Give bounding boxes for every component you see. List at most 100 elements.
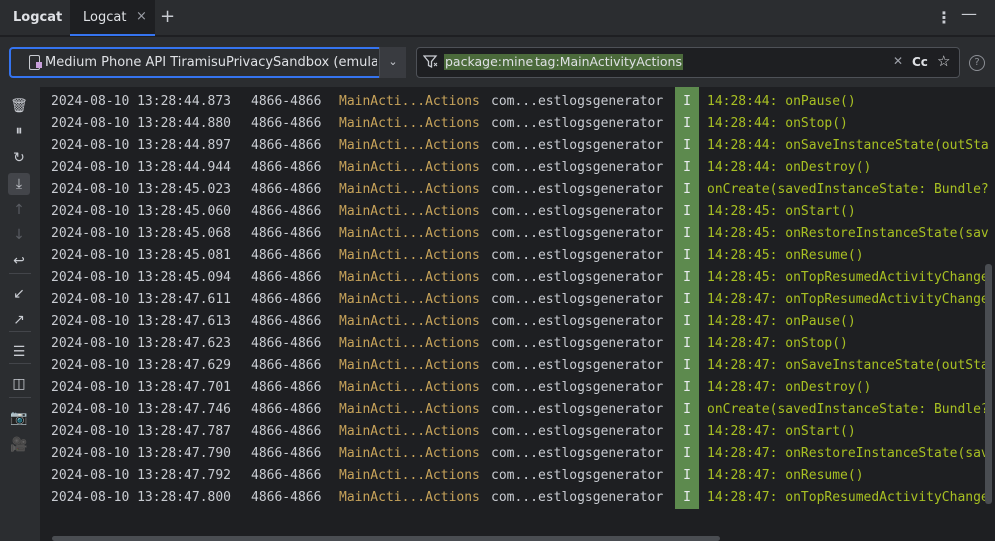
chevron-down-icon[interactable]: ⌄ [379, 47, 406, 78]
log-level-badge: I [675, 179, 699, 201]
log-pid: 4866-4866 [251, 204, 322, 219]
tool-window-title: Logcat [13, 10, 63, 25]
log-timestamp: 2024-08-10 13:28:47.629 [51, 358, 232, 373]
log-view[interactable]: 2024-08-10 13:28:44.873 4866-4866 MainActi… [40, 87, 995, 541]
log-package: com...estlogsgenerator [491, 424, 664, 439]
log-row[interactable]: 2024-08-10 13:28:47.701 4866-4866 MainActi… [40, 377, 995, 399]
log-package: com...estlogsgenerator [491, 468, 664, 483]
log-tag: MainActi...Actions [339, 358, 480, 373]
log-message: 14:28:47: onRestoreInstanceState(sav [707, 446, 989, 461]
log-row[interactable]: 2024-08-10 13:28:45.068 4866-4866 MainActi… [40, 223, 995, 245]
screenshot-icon[interactable]: 📷 [8, 407, 30, 429]
filter-chip-package[interactable]: package:mine [444, 54, 535, 70]
restart-icon[interactable]: ↻ [8, 147, 30, 169]
log-row[interactable]: 2024-08-10 13:28:44.897 4866-4866 MainActi… [40, 135, 995, 157]
log-timestamp: 2024-08-10 13:28:44.873 [51, 94, 232, 109]
log-tag: MainActi...Actions [339, 468, 480, 483]
log-timestamp: 2024-08-10 13:28:45.094 [51, 270, 232, 285]
log-package: com...estlogsgenerator [491, 358, 664, 373]
log-row[interactable]: 2024-08-10 13:28:47.623 4866-4866 MainActi… [40, 333, 995, 355]
log-tag: MainActi...Actions [339, 116, 480, 131]
log-message: 14:28:47: onSaveInstanceState(outSta [707, 358, 989, 373]
log-level-badge: I [675, 267, 699, 289]
clear-filter-icon[interactable]: ✕ [893, 54, 903, 68]
log-timestamp: 2024-08-10 13:28:45.060 [51, 204, 232, 219]
vertical-scrollbar[interactable] [985, 264, 992, 504]
toolbar-separator [9, 273, 31, 274]
log-tag: MainActi...Actions [339, 336, 480, 351]
match-case-icon[interactable]: Cc [912, 55, 928, 69]
previous-occurrence-icon[interactable]: ↑ [8, 199, 30, 221]
import-icon[interactable]: ↙ [8, 283, 30, 305]
filter-icon[interactable] [423, 55, 439, 69]
tab-logcat[interactable]: Logcat × [70, 0, 155, 36]
device-selector[interactable]: Medium Phone API TiramisuPrivacySandbox … [9, 47, 406, 78]
screen-record-icon[interactable]: 🎥 [8, 434, 30, 456]
log-row[interactable]: 2024-08-10 13:28:45.023 4866-4866 MainActi… [40, 179, 995, 201]
log-pid: 4866-4866 [251, 138, 322, 153]
log-tag: MainActi...Actions [339, 182, 480, 197]
log-message: 14:28:47: onTopResumedActivityChange [707, 292, 989, 307]
clear-logcat-icon[interactable]: 🗑 [8, 95, 30, 117]
log-row[interactable]: 2024-08-10 13:28:47.629 4866-4866 MainActi… [40, 355, 995, 377]
log-tag: MainActi...Actions [339, 270, 480, 285]
log-row[interactable]: 2024-08-10 13:28:47.800 4866-4866 MainActi… [40, 487, 995, 509]
log-row[interactable]: 2024-08-10 13:28:45.060 4866-4866 MainActi… [40, 201, 995, 223]
format-settings-icon[interactable]: ☰ [8, 341, 30, 363]
log-tag: MainActi...Actions [339, 402, 480, 417]
log-row[interactable]: 2024-08-10 13:28:47.611 4866-4866 MainActi… [40, 289, 995, 311]
log-level-badge: I [675, 311, 699, 333]
log-row[interactable]: 2024-08-10 13:28:45.081 4866-4866 MainActi… [40, 245, 995, 267]
log-row[interactable]: 2024-08-10 13:28:44.873 4866-4866 MainActi… [40, 91, 995, 113]
log-package: com...estlogsgenerator [491, 314, 664, 329]
logcat-toolbar: Medium Phone API TiramisuPrivacySandbox … [0, 37, 995, 87]
filter-input[interactable]: package:mine tag:MainActivityActions ✕ C… [416, 47, 960, 78]
log-row[interactable]: 2024-08-10 13:28:44.880 4866-4866 MainActi… [40, 113, 995, 135]
soft-wrap-icon[interactable]: ↩ [8, 250, 30, 272]
log-package: com...estlogsgenerator [491, 182, 664, 197]
log-package: com...estlogsgenerator [491, 380, 664, 395]
log-tag: MainActi...Actions [339, 424, 480, 439]
log-tag: MainActi...Actions [339, 380, 480, 395]
export-icon[interactable]: ↗ [8, 309, 30, 331]
log-message: onCreate(savedInstanceState: Bundle? [707, 182, 989, 197]
side-toolbar: 🗑 ⏸ ↻ ⤓ ↑ ↓ ↩ ↙ ↗ ☰ ◫ 📷 🎥 [0, 87, 40, 541]
log-tag: MainActi...Actions [339, 138, 480, 153]
minimize-icon[interactable]: — [961, 4, 977, 23]
add-tab-icon[interactable]: + [160, 6, 175, 27]
log-row[interactable]: 2024-08-10 13:28:47.613 4866-4866 MainActi… [40, 311, 995, 333]
log-package: com...estlogsgenerator [491, 226, 664, 241]
log-timestamp: 2024-08-10 13:28:47.800 [51, 490, 232, 505]
favorite-filter-icon[interactable]: ☆ [937, 52, 950, 70]
log-timestamp: 2024-08-10 13:28:47.623 [51, 336, 232, 351]
filter-chip-tag[interactable]: tag:MainActivityActions [534, 54, 683, 70]
log-package: com...estlogsgenerator [491, 138, 664, 153]
log-level-badge: I [675, 135, 699, 157]
next-occurrence-icon[interactable]: ↓ [8, 224, 30, 246]
log-row[interactable]: 2024-08-10 13:28:44.944 4866-4866 MainActi… [40, 157, 995, 179]
log-pid: 4866-4866 [251, 94, 322, 109]
log-level-badge: I [675, 333, 699, 355]
log-row[interactable]: 2024-08-10 13:28:47.746 4866-4866 MainActi… [40, 399, 995, 421]
help-icon[interactable]: ? [969, 55, 985, 71]
log-row[interactable]: 2024-08-10 13:28:47.792 4866-4866 MainActi… [40, 465, 995, 487]
log-level-badge: I [675, 377, 699, 399]
log-level-badge: I [675, 245, 699, 267]
pause-icon[interactable]: ⏸ [8, 120, 30, 142]
scroll-to-end-icon[interactable]: ⤓ [8, 173, 30, 195]
split-panels-icon[interactable]: ◫ [8, 373, 30, 395]
more-options-icon[interactable]: ⋮ [936, 8, 952, 27]
log-row[interactable]: 2024-08-10 13:28:45.094 4866-4866 MainActi… [40, 267, 995, 289]
log-pid: 4866-4866 [251, 182, 322, 197]
log-timestamp: 2024-08-10 13:28:47.787 [51, 424, 232, 439]
log-pid: 4866-4866 [251, 358, 322, 373]
log-tag: MainActi...Actions [339, 204, 480, 219]
tab-label: Logcat [83, 10, 127, 25]
log-pid: 4866-4866 [251, 424, 322, 439]
log-timestamp: 2024-08-10 13:28:47.701 [51, 380, 232, 395]
log-row[interactable]: 2024-08-10 13:28:47.790 4866-4866 MainActi… [40, 443, 995, 465]
horizontal-scrollbar[interactable] [52, 536, 720, 541]
log-pid: 4866-4866 [251, 226, 322, 241]
log-row[interactable]: 2024-08-10 13:28:47.787 4866-4866 MainActi… [40, 421, 995, 443]
close-tab-icon[interactable]: × [136, 9, 147, 24]
